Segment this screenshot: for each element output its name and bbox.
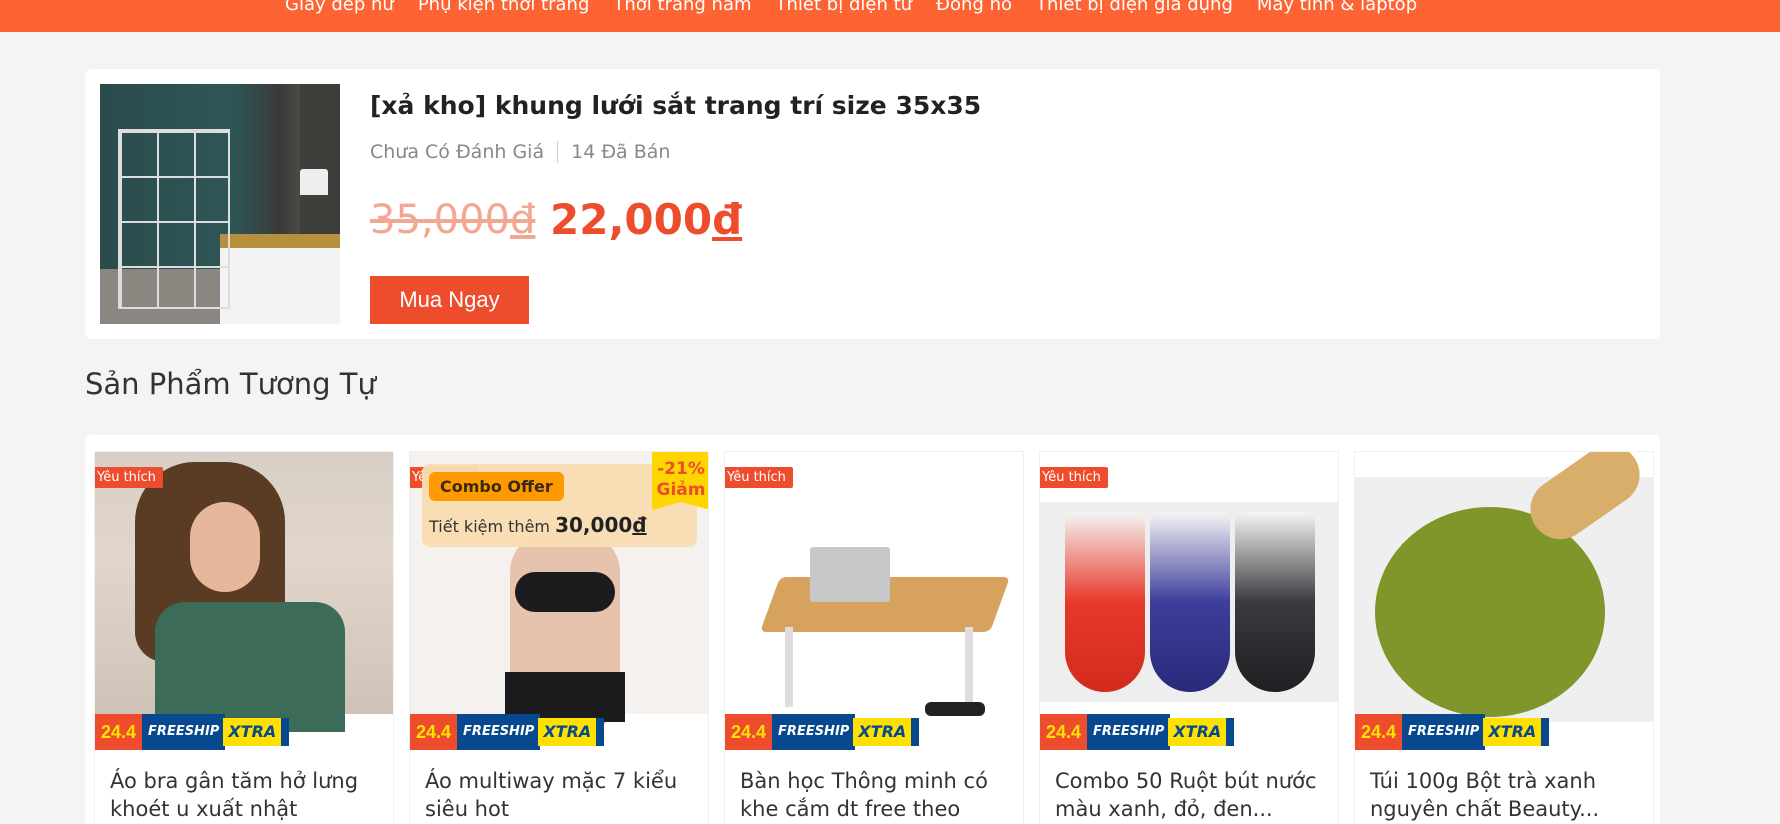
nav-category-link[interactable]: Thiết bị điện tử: [776, 0, 913, 16]
product-thumbnail[interactable]: Yêu thích 24.4 FREESHIP XTRA: [95, 452, 393, 750]
nav-category-link[interactable]: Thời trang nam: [613, 0, 751, 16]
product-name[interactable]: Túi 100g Bột trà xanh nguyên chất Beauty…: [1370, 767, 1645, 823]
original-price: 35,000đ: [370, 197, 536, 243]
rating-text: Chưa Có Đánh Giá: [370, 141, 545, 163]
similar-products-grid: Yêu thích 24.4 FREESHIP XTRA Áo bra gân tă…: [85, 435, 1660, 824]
freeship-badge: 24.4 FREESHIP XTRA: [725, 714, 920, 750]
favorite-badge: Yêu thích: [95, 467, 163, 488]
nav-category-link[interactable]: Thiết bị điện gia dụng: [1036, 0, 1233, 16]
product-thumbnail[interactable]: Yêu thích Combo Offer Tiết kiệm thêm 30,…: [410, 452, 708, 750]
product-summary-card: [xả kho] khung lưới sắt trang trí size 3…: [85, 69, 1660, 339]
product-name[interactable]: Áo bra gân tăm hở lưng khoét u xuất nhật: [110, 767, 385, 823]
product-card[interactable]: Yêu thích 24.4 FREESHIP XTRA Combo 50 Ruột…: [1039, 451, 1339, 824]
discount-badge: -21% Giảm: [652, 452, 708, 510]
buy-now-button[interactable]: Mua Ngay: [370, 276, 529, 324]
freeship-badge: 24.4 FREESHIP XTRA: [410, 714, 605, 750]
nav-category-link[interactable]: Đồng hồ: [936, 0, 1012, 16]
sale-price: 22,000đ: [550, 195, 743, 244]
product-card[interactable]: Yêu thích 24.4 FREESHIP XTRA Áo bra gân tă…: [94, 451, 394, 824]
product-card[interactable]: 24.4 FREESHIP XTRA Túi 100g Bột trà xanh n…: [1354, 451, 1654, 824]
category-links: Giày dép nữ Phụ kiện thời trang Thời tra…: [285, 0, 1441, 16]
combo-savings: Tiết kiệm thêm 30,000đ: [429, 513, 647, 537]
product-thumbnail[interactable]: Yêu thích 24.4 FREESHIP XTRA: [1040, 452, 1338, 750]
freeship-badge: 24.4 FREESHIP XTRA: [1040, 714, 1235, 750]
product-meta: Chưa Có Đánh Giá 14 Đã Bán: [370, 141, 670, 163]
top-nav-bar: Giày dép nữ Phụ kiện thời trang Thời tra…: [0, 0, 1780, 32]
nav-category-link[interactable]: Giày dép nữ: [285, 0, 394, 16]
product-name[interactable]: Bàn học Thông minh có khe cắm dt free th…: [740, 767, 1015, 824]
product-image[interactable]: [100, 84, 340, 324]
meta-divider: [557, 141, 559, 163]
product-thumbnail[interactable]: Yêu thích 24.4 FREESHIP XTRA: [725, 452, 1023, 750]
freeship-badge: 24.4 FREESHIP XTRA: [1355, 714, 1550, 750]
product-thumbnail[interactable]: 24.4 FREESHIP XTRA: [1355, 452, 1653, 750]
product-name[interactable]: Áo multiway mặc 7 kiểu siêu hot: [425, 767, 700, 823]
combo-offer-label: Combo Offer: [429, 472, 564, 501]
nav-category-link[interactable]: Máy tính & laptop: [1257, 0, 1417, 16]
product-card[interactable]: Yêu thích 24.4 FREESHIP XTRA Bàn học Thông…: [724, 451, 1024, 824]
product-card[interactable]: Yêu thích Combo Offer Tiết kiệm thêm 30,…: [409, 451, 709, 824]
sold-count: 14 Đã Bán: [571, 141, 671, 163]
similar-products-heading: Sản Phẩm Tương Tự: [85, 367, 376, 401]
favorite-badge: Yêu thích: [1040, 467, 1108, 488]
favorite-badge: Yêu thích: [725, 467, 793, 488]
product-name[interactable]: Combo 50 Ruột bút nước màu xanh, đỏ, đen…: [1055, 767, 1330, 823]
product-title: [xả kho] khung lưới sắt trang trí size 3…: [370, 91, 982, 120]
nav-category-link[interactable]: Phụ kiện thời trang: [418, 0, 590, 16]
freeship-badge: 24.4 FREESHIP XTRA: [95, 714, 290, 750]
